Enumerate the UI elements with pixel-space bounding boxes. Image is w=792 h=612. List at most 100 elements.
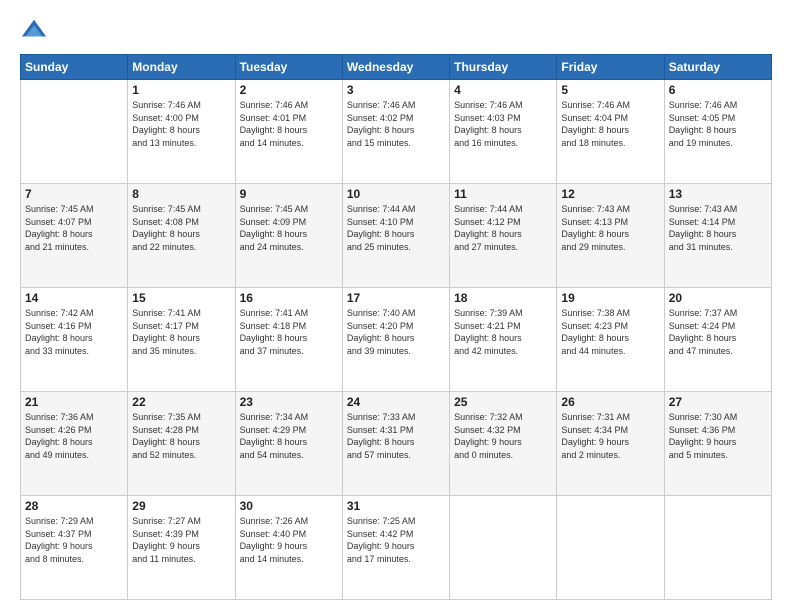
calendar-cell: 2 Sunrise: 7:46 AM Sunset: 4:01 PM Daylig… [235,80,342,184]
day-number: 3 [347,83,445,97]
day-number: 7 [25,187,123,201]
calendar-cell: 27 Sunrise: 7:30 AM Sunset: 4:36 PM Dayli… [664,392,771,496]
calendar-cell: 22 Sunrise: 7:35 AM Sunset: 4:28 PM Dayli… [128,392,235,496]
week-row-5: 28 Sunrise: 7:29 AM Sunset: 4:37 PM Dayli… [21,496,772,600]
day-info: Sunrise: 7:33 AM Sunset: 4:31 PM Dayligh… [347,411,445,461]
calendar-cell: 17 Sunrise: 7:40 AM Sunset: 4:20 PM Dayli… [342,288,449,392]
calendar-cell: 9 Sunrise: 7:45 AM Sunset: 4:09 PM Daylig… [235,184,342,288]
week-row-3: 14 Sunrise: 7:42 AM Sunset: 4:16 PM Dayli… [21,288,772,392]
day-number: 30 [240,499,338,513]
day-number: 17 [347,291,445,305]
day-number: 14 [25,291,123,305]
calendar-cell: 14 Sunrise: 7:42 AM Sunset: 4:16 PM Dayli… [21,288,128,392]
day-header-saturday: Saturday [664,55,771,80]
logo-icon [20,16,48,44]
calendar-cell: 15 Sunrise: 7:41 AM Sunset: 4:17 PM Dayli… [128,288,235,392]
day-info: Sunrise: 7:26 AM Sunset: 4:40 PM Dayligh… [240,515,338,565]
calendar-cell: 5 Sunrise: 7:46 AM Sunset: 4:04 PM Daylig… [557,80,664,184]
calendar-cell: 29 Sunrise: 7:27 AM Sunset: 4:39 PM Dayli… [128,496,235,600]
day-number: 8 [132,187,230,201]
calendar-cell: 12Sunrise: 7:43 AM Sunset: 4:13 PM Dayli… [557,184,664,288]
calendar: SundayMondayTuesdayWednesdayThursdayFrid… [20,54,772,600]
day-info: Sunrise: 7:44 AM Sunset: 4:12 PM Dayligh… [454,203,552,253]
day-number: 4 [454,83,552,97]
calendar-cell [21,80,128,184]
logo [20,16,52,44]
day-info: Sunrise: 7:46 AM Sunset: 4:02 PM Dayligh… [347,99,445,149]
day-info: Sunrise: 7:37 AM Sunset: 4:24 PM Dayligh… [669,307,767,357]
day-info: Sunrise: 7:45 AM Sunset: 4:09 PM Dayligh… [240,203,338,253]
calendar-cell: 25Sunrise: 7:32 AM Sunset: 4:32 PM Dayli… [450,392,557,496]
day-header-tuesday: Tuesday [235,55,342,80]
day-number: 15 [132,291,230,305]
day-info: Sunrise: 7:41 AM Sunset: 4:18 PM Dayligh… [240,307,338,357]
day-info: Sunrise: 7:38 AM Sunset: 4:23 PM Dayligh… [561,307,659,357]
day-info: Sunrise: 7:43 AM Sunset: 4:13 PM Dayligh… [561,203,659,253]
calendar-cell: 24 Sunrise: 7:33 AM Sunset: 4:31 PM Dayli… [342,392,449,496]
day-info: Sunrise: 7:39 AM Sunset: 4:21 PM Dayligh… [454,307,552,357]
day-number: 25 [454,395,552,409]
calendar-cell: 13 Sunrise: 7:43 AM Sunset: 4:14 PM Dayli… [664,184,771,288]
day-info: Sunrise: 7:34 AM Sunset: 4:29 PM Dayligh… [240,411,338,461]
calendar-cell: 30 Sunrise: 7:26 AM Sunset: 4:40 PM Dayli… [235,496,342,600]
day-number: 19 [561,291,659,305]
day-header-thursday: Thursday [450,55,557,80]
day-info: Sunrise: 7:46 AM Sunset: 4:04 PM Dayligh… [561,99,659,149]
week-row-1: 1Sunrise: 7:46 AM Sunset: 4:00 PM Daylig… [21,80,772,184]
day-info: Sunrise: 7:35 AM Sunset: 4:28 PM Dayligh… [132,411,230,461]
day-header-wednesday: Wednesday [342,55,449,80]
day-info: Sunrise: 7:31 AM Sunset: 4:34 PM Dayligh… [561,411,659,461]
day-number: 20 [669,291,767,305]
week-row-4: 21Sunrise: 7:36 AM Sunset: 4:26 PM Dayli… [21,392,772,496]
day-info: Sunrise: 7:25 AM Sunset: 4:42 PM Dayligh… [347,515,445,565]
day-number: 13 [669,187,767,201]
day-info: Sunrise: 7:29 AM Sunset: 4:37 PM Dayligh… [25,515,123,565]
calendar-cell: 21Sunrise: 7:36 AM Sunset: 4:26 PM Dayli… [21,392,128,496]
day-info: Sunrise: 7:27 AM Sunset: 4:39 PM Dayligh… [132,515,230,565]
calendar-cell [664,496,771,600]
calendar-cell: 31 Sunrise: 7:25 AM Sunset: 4:42 PM Dayli… [342,496,449,600]
day-number: 31 [347,499,445,513]
calendar-cell: 3 Sunrise: 7:46 AM Sunset: 4:02 PM Daylig… [342,80,449,184]
day-number: 2 [240,83,338,97]
calendar-cell: 11 Sunrise: 7:44 AM Sunset: 4:12 PM Dayli… [450,184,557,288]
day-number: 29 [132,499,230,513]
day-info: Sunrise: 7:41 AM Sunset: 4:17 PM Dayligh… [132,307,230,357]
calendar-cell: 6Sunrise: 7:46 AM Sunset: 4:05 PM Daylig… [664,80,771,184]
calendar-cell: 20 Sunrise: 7:37 AM Sunset: 4:24 PM Dayli… [664,288,771,392]
day-number: 22 [132,395,230,409]
calendar-cell: 26 Sunrise: 7:31 AM Sunset: 4:34 PM Dayli… [557,392,664,496]
day-info: Sunrise: 7:40 AM Sunset: 4:20 PM Dayligh… [347,307,445,357]
day-number: 28 [25,499,123,513]
week-row-2: 7 Sunrise: 7:45 AM Sunset: 4:07 PM Daylig… [21,184,772,288]
day-info: Sunrise: 7:45 AM Sunset: 4:07 PM Dayligh… [25,203,123,253]
calendar-header-row: SundayMondayTuesdayWednesdayThursdayFrid… [21,55,772,80]
day-number: 6 [669,83,767,97]
calendar-cell: 7 Sunrise: 7:45 AM Sunset: 4:07 PM Daylig… [21,184,128,288]
day-number: 26 [561,395,659,409]
day-number: 27 [669,395,767,409]
day-number: 11 [454,187,552,201]
day-number: 5 [561,83,659,97]
day-number: 1 [132,83,230,97]
day-number: 24 [347,395,445,409]
day-number: 23 [240,395,338,409]
day-info: Sunrise: 7:30 AM Sunset: 4:36 PM Dayligh… [669,411,767,461]
day-info: Sunrise: 7:46 AM Sunset: 4:01 PM Dayligh… [240,99,338,149]
calendar-cell: 19 Sunrise: 7:38 AM Sunset: 4:23 PM Dayli… [557,288,664,392]
calendar-cell: 16 Sunrise: 7:41 AM Sunset: 4:18 PM Dayli… [235,288,342,392]
page: SundayMondayTuesdayWednesdayThursdayFrid… [0,0,792,612]
day-number: 16 [240,291,338,305]
calendar-cell [450,496,557,600]
day-info: Sunrise: 7:46 AM Sunset: 4:03 PM Dayligh… [454,99,552,149]
calendar-cell: 23 Sunrise: 7:34 AM Sunset: 4:29 PM Dayli… [235,392,342,496]
day-info: Sunrise: 7:42 AM Sunset: 4:16 PM Dayligh… [25,307,123,357]
day-info: Sunrise: 7:43 AM Sunset: 4:14 PM Dayligh… [669,203,767,253]
day-info: Sunrise: 7:45 AM Sunset: 4:08 PM Dayligh… [132,203,230,253]
calendar-cell: 10Sunrise: 7:44 AM Sunset: 4:10 PM Dayli… [342,184,449,288]
day-info: Sunrise: 7:44 AM Sunset: 4:10 PM Dayligh… [347,203,445,253]
day-number: 18 [454,291,552,305]
day-number: 9 [240,187,338,201]
day-info: Sunrise: 7:36 AM Sunset: 4:26 PM Dayligh… [25,411,123,461]
day-header-friday: Friday [557,55,664,80]
